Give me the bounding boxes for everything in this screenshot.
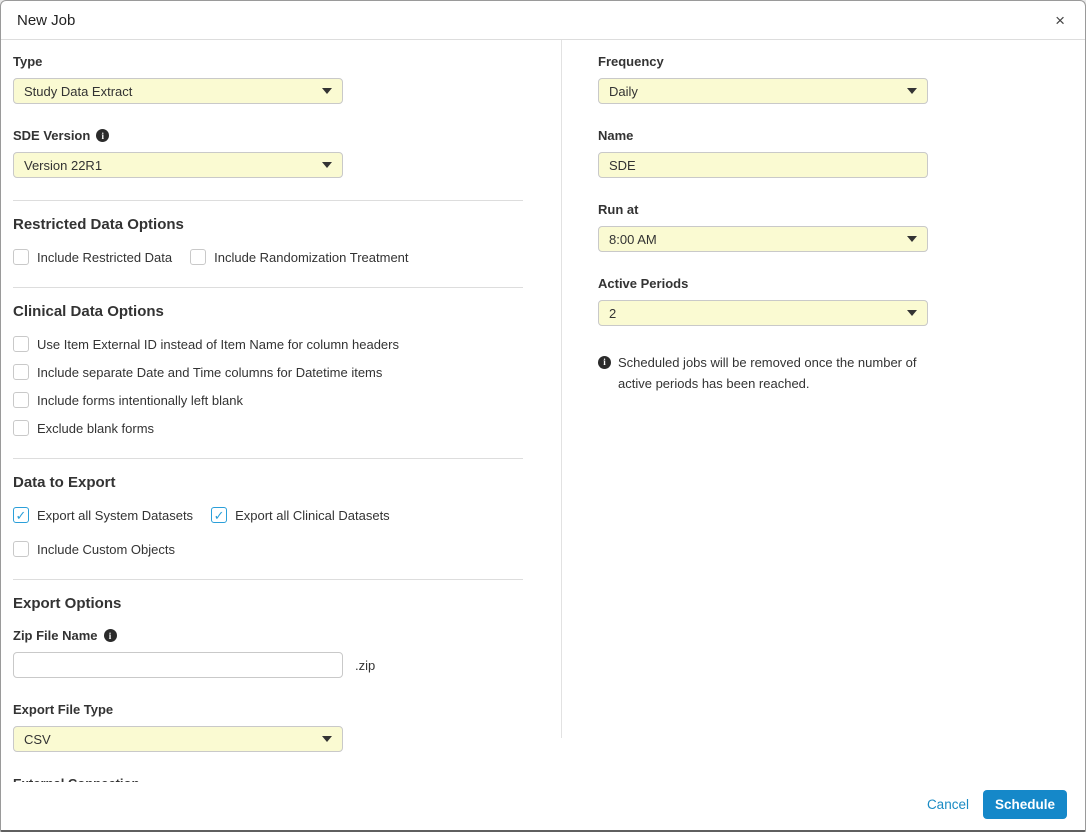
- chevron-down-icon: [907, 310, 917, 316]
- sde-version-label: SDE Version i: [13, 128, 523, 143]
- export-file-type-dropdown[interactable]: CSV: [13, 726, 343, 752]
- run-at-label: Run at: [598, 202, 1085, 217]
- cancel-button[interactable]: Cancel: [927, 797, 969, 812]
- checkbox-label: Exclude blank forms: [37, 421, 154, 436]
- checkbox-include-randomization-treatment[interactable]: Include Randomization Treatment: [190, 249, 408, 265]
- type-label: Type: [13, 54, 523, 69]
- data-to-export-checkbox-row: Export all System Datasets Export all Cl…: [13, 507, 523, 557]
- checkbox-box[interactable]: [13, 420, 29, 436]
- checkbox-label: Use Item External ID instead of Item Nam…: [37, 337, 399, 352]
- note-text: Scheduled jobs will be removed once the …: [618, 352, 943, 395]
- name-label: Name: [598, 128, 1085, 143]
- chevron-down-icon: [322, 162, 332, 168]
- info-icon: i: [598, 356, 611, 369]
- checkbox-use-item-external-id[interactable]: Use Item External ID instead of Item Nam…: [13, 336, 523, 352]
- info-icon: i: [104, 629, 117, 642]
- checkbox-box[interactable]: [13, 507, 29, 523]
- active-periods-note: i Scheduled jobs will be removed once th…: [598, 352, 943, 395]
- checkbox-box[interactable]: [13, 541, 29, 557]
- divider: [13, 458, 523, 459]
- chevron-down-icon: [322, 88, 332, 94]
- sde-version-dropdown-value: Version 22R1: [24, 158, 102, 173]
- frequency-dropdown-value: Daily: [609, 84, 638, 99]
- checkbox-label: Include forms intentionally left blank: [37, 393, 243, 408]
- checkbox-include-forms-intentionally-left-blank[interactable]: Include forms intentionally left blank: [13, 392, 523, 408]
- type-dropdown[interactable]: Study Data Extract: [13, 78, 343, 104]
- close-icon[interactable]: ×: [1051, 10, 1069, 31]
- chevron-down-icon: [907, 88, 917, 94]
- checkbox-exclude-blank-forms[interactable]: Exclude blank forms: [13, 420, 523, 436]
- checkbox-box[interactable]: [211, 507, 227, 523]
- dialog-title: New Job: [17, 12, 75, 29]
- checkbox-export-all-system-datasets[interactable]: Export all System Datasets: [13, 507, 193, 523]
- active-periods-dropdown[interactable]: 2: [598, 300, 928, 326]
- checkbox-box[interactable]: [13, 364, 29, 380]
- active-periods-label: Active Periods: [598, 276, 1085, 291]
- new-job-dialog: New Job × Type Study Data Extract SDE Ve…: [0, 0, 1086, 832]
- dialog-body: Type Study Data Extract SDE Version i Ve…: [1, 40, 1085, 782]
- info-icon: i: [96, 129, 109, 142]
- checkbox-box[interactable]: [13, 392, 29, 408]
- run-at-dropdown-value: 8:00 AM: [609, 232, 657, 247]
- zip-file-name-input[interactable]: [13, 652, 343, 678]
- frequency-dropdown[interactable]: Daily: [598, 78, 928, 104]
- zip-file-name-label-text: Zip File Name: [13, 628, 98, 643]
- data-to-export-heading: Data to Export: [13, 474, 523, 491]
- type-dropdown-value: Study Data Extract: [24, 84, 132, 99]
- divider: [13, 287, 523, 288]
- run-at-dropdown[interactable]: 8:00 AM: [598, 226, 928, 252]
- active-periods-dropdown-value: 2: [609, 306, 616, 321]
- sde-version-dropdown[interactable]: Version 22R1: [13, 152, 343, 178]
- frequency-label: Frequency: [598, 54, 1085, 69]
- chevron-down-icon: [907, 236, 917, 242]
- clinical-data-options-heading: Clinical Data Options: [13, 303, 523, 320]
- checkbox-label: Include separate Date and Time columns f…: [37, 365, 382, 380]
- export-file-type-dropdown-value: CSV: [24, 732, 51, 747]
- checkbox-label: Export all System Datasets: [37, 508, 193, 523]
- export-file-type-label: Export File Type: [13, 702, 523, 717]
- zip-file-name-row: .zip: [13, 652, 523, 678]
- checkbox-box[interactable]: [190, 249, 206, 265]
- checkbox-label: Include Restricted Data: [37, 250, 172, 265]
- checkbox-include-custom-objects[interactable]: Include Custom Objects: [13, 541, 175, 557]
- checkbox-box[interactable]: [13, 336, 29, 352]
- chevron-down-icon: [322, 736, 332, 742]
- dialog-header: New Job ×: [1, 1, 1085, 40]
- right-column: Frequency Daily Name Run at 8:00 AM Acti…: [562, 40, 1085, 782]
- schedule-button[interactable]: Schedule: [983, 790, 1067, 819]
- dialog-footer: Cancel Schedule: [1, 782, 1085, 830]
- checkbox-separate-date-time-columns[interactable]: Include separate Date and Time columns f…: [13, 364, 523, 380]
- left-column: Type Study Data Extract SDE Version i Ve…: [1, 40, 561, 782]
- checkbox-box[interactable]: [13, 249, 29, 265]
- checkbox-label: Include Randomization Treatment: [214, 250, 408, 265]
- clinical-checkbox-list: Use Item External ID instead of Item Nam…: [13, 336, 523, 436]
- restricted-data-options-heading: Restricted Data Options: [13, 216, 523, 233]
- checkbox-export-all-clinical-datasets[interactable]: Export all Clinical Datasets: [211, 507, 390, 523]
- checkbox-label: Export all Clinical Datasets: [235, 508, 390, 523]
- restricted-checkbox-row: Include Restricted Data Include Randomiz…: [13, 249, 523, 265]
- checkbox-include-restricted-data[interactable]: Include Restricted Data: [13, 249, 172, 265]
- name-input[interactable]: [598, 152, 928, 178]
- zip-suffix: .zip: [355, 658, 375, 673]
- zip-file-name-label: Zip File Name i: [13, 628, 523, 643]
- divider: [13, 200, 523, 201]
- export-options-heading: Export Options: [13, 595, 523, 612]
- checkbox-label: Include Custom Objects: [37, 542, 175, 557]
- sde-version-label-text: SDE Version: [13, 128, 90, 143]
- divider: [13, 579, 523, 580]
